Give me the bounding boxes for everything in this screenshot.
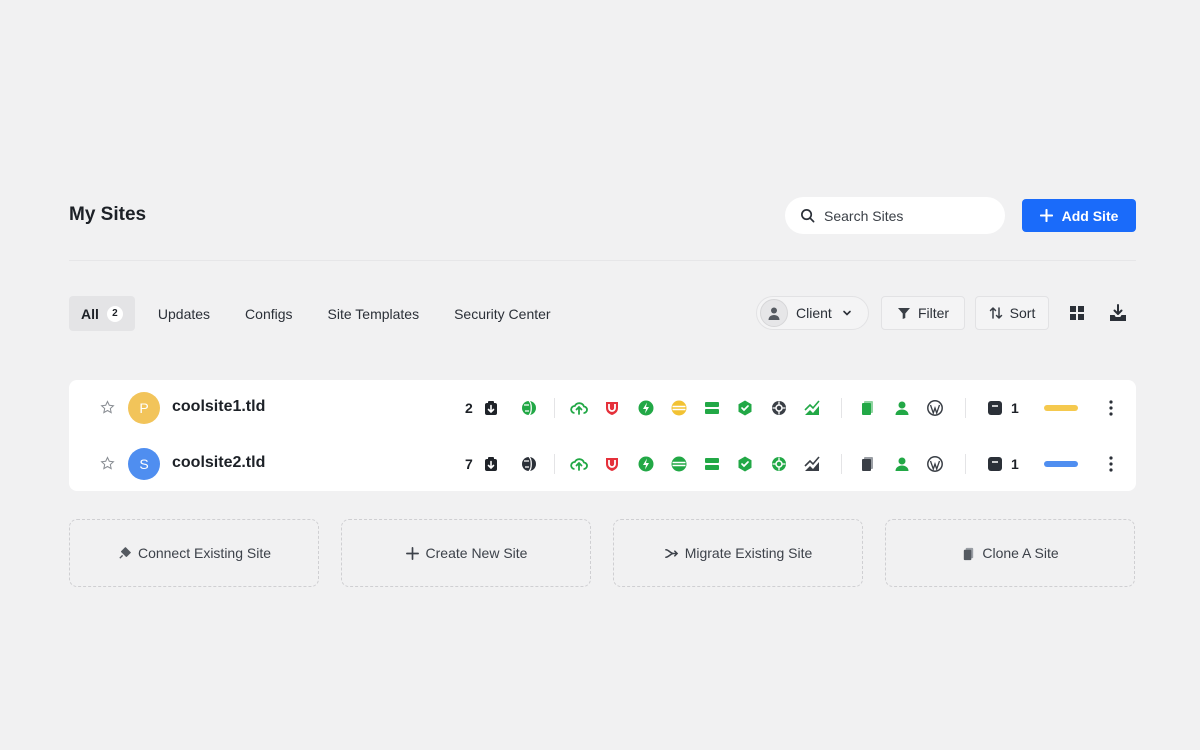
server-icon[interactable] xyxy=(703,399,721,417)
divider xyxy=(841,454,842,474)
search-icon xyxy=(801,209,815,223)
export-icon[interactable] xyxy=(1109,304,1127,322)
sort-icon xyxy=(989,307,1002,319)
site-tag-bar[interactable] xyxy=(1044,461,1078,467)
tab-label: Site Templates xyxy=(327,305,420,322)
site-avatar: S xyxy=(128,448,160,480)
updates-icon[interactable] xyxy=(482,455,500,473)
create-new-site-button[interactable]: Create New Site xyxy=(341,519,591,587)
filter-label: Filter xyxy=(917,305,950,321)
filter-button[interactable]: Filter xyxy=(881,296,965,330)
filter-icon xyxy=(897,308,910,319)
action-label: Migrate Existing Site xyxy=(684,545,813,561)
divider xyxy=(965,454,966,474)
client-dropdown[interactable]: Client xyxy=(756,296,869,330)
site-avatar: P xyxy=(128,392,160,424)
comment-count: 1 xyxy=(1011,400,1019,416)
connect-existing-site-button[interactable]: Connect Existing Site xyxy=(69,519,319,587)
plug-icon xyxy=(119,546,131,559)
uptime-icon[interactable] xyxy=(736,455,754,473)
settings-icon[interactable] xyxy=(770,399,788,417)
tab-configs[interactable]: Configs xyxy=(233,296,304,331)
sort-button[interactable]: Sort xyxy=(975,296,1049,330)
pages-icon[interactable] xyxy=(859,455,877,473)
site-tag-bar[interactable] xyxy=(1044,405,1078,411)
globe-icon[interactable] xyxy=(520,455,538,473)
uptime-icon[interactable] xyxy=(736,399,754,417)
divider xyxy=(554,398,555,418)
site-tabs: All 2 Updates Configs Site Templates Sec… xyxy=(69,296,574,331)
server-icon[interactable] xyxy=(703,455,721,473)
migrate-icon xyxy=(664,548,678,558)
client-avatar xyxy=(760,299,788,327)
tab-security-center[interactable]: Security Center xyxy=(442,296,562,331)
plus-icon xyxy=(405,546,419,560)
performance-icon[interactable] xyxy=(637,455,655,473)
comments-icon[interactable] xyxy=(986,455,1004,473)
chevron-down-icon xyxy=(842,310,851,316)
shield-icon[interactable] xyxy=(603,399,621,417)
tab-label: Configs xyxy=(245,305,293,322)
site-actions: Connect Existing Site Create New Site Mi… xyxy=(69,519,1136,587)
performance-icon[interactable] xyxy=(637,399,655,417)
user-icon[interactable] xyxy=(893,455,911,473)
tab-label: Updates xyxy=(157,305,211,322)
comment-count: 1 xyxy=(1011,456,1019,472)
sites-list: P coolsite1.tld 2 1 S coolsite2.tld 7 1 xyxy=(69,380,1136,491)
tab-label: Security Center xyxy=(454,305,551,322)
tab-label: All xyxy=(81,305,99,322)
user-icon xyxy=(768,307,780,320)
add-site-label: Add Site xyxy=(1061,207,1119,224)
more-options-icon[interactable] xyxy=(1107,398,1115,418)
grid-view-icon[interactable] xyxy=(1068,304,1086,322)
sort-label: Sort xyxy=(1009,305,1036,321)
search-box[interactable] xyxy=(785,197,1005,234)
action-label: Create New Site xyxy=(425,545,528,561)
migrate-existing-site-button[interactable]: Migrate Existing Site xyxy=(613,519,863,587)
pages-icon[interactable] xyxy=(859,399,877,417)
cloud-backup-icon[interactable] xyxy=(570,455,588,473)
tab-updates[interactable]: Updates xyxy=(146,296,222,331)
more-options-icon[interactable] xyxy=(1107,454,1115,474)
star-icon[interactable] xyxy=(100,456,115,471)
plus-icon xyxy=(1039,209,1053,222)
site-name[interactable]: coolsite2.tld xyxy=(172,454,265,472)
tab-count-badge: 2 xyxy=(106,305,123,322)
clone-a-site-button[interactable]: Clone A Site xyxy=(885,519,1135,587)
tab-all[interactable]: All 2 xyxy=(69,296,135,331)
page-title: My Sites xyxy=(69,204,147,225)
site-row[interactable]: P coolsite1.tld 2 1 xyxy=(69,380,1136,436)
divider xyxy=(841,398,842,418)
settings-icon[interactable] xyxy=(770,455,788,473)
divider xyxy=(554,454,555,474)
wordpress-icon[interactable] xyxy=(926,399,944,417)
add-site-button[interactable]: Add Site xyxy=(1022,199,1136,232)
action-label: Connect Existing Site xyxy=(137,545,272,561)
updates-icon[interactable] xyxy=(482,399,500,417)
divider xyxy=(965,398,966,418)
action-label: Clone A Site xyxy=(982,545,1059,561)
analytics-icon[interactable] xyxy=(803,399,821,417)
update-count: 2 xyxy=(465,400,473,416)
site-row[interactable]: S coolsite2.tld 7 1 xyxy=(69,436,1136,492)
tab-site-templates[interactable]: Site Templates xyxy=(316,296,432,331)
search-input[interactable] xyxy=(824,207,994,224)
client-label: Client xyxy=(796,305,832,321)
shield-icon[interactable] xyxy=(603,455,621,473)
globe-icon[interactable] xyxy=(520,399,538,417)
cloud-backup-icon[interactable] xyxy=(570,399,588,417)
star-icon[interactable] xyxy=(100,400,115,415)
database-icon[interactable] xyxy=(670,399,688,417)
database-icon[interactable] xyxy=(670,455,688,473)
header-divider xyxy=(69,260,1136,261)
site-name[interactable]: coolsite1.tld xyxy=(172,398,265,416)
analytics-icon[interactable] xyxy=(803,455,821,473)
wordpress-icon[interactable] xyxy=(926,455,944,473)
comments-icon[interactable] xyxy=(986,399,1004,417)
user-icon[interactable] xyxy=(893,399,911,417)
copy-icon xyxy=(964,547,974,560)
update-count: 7 xyxy=(465,456,473,472)
